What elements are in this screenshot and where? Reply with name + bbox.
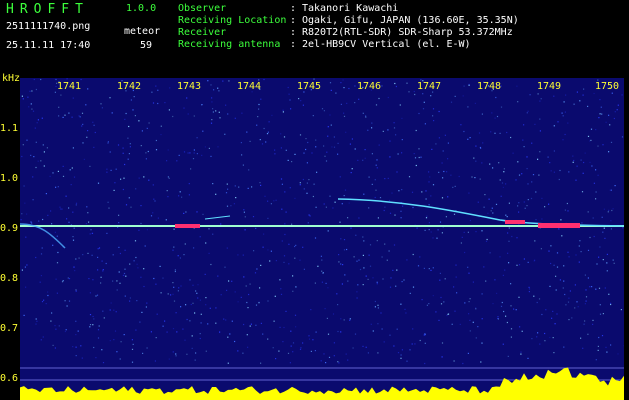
observer-colon: : — [290, 3, 297, 14]
x-tick-1749: 1749 — [536, 81, 562, 92]
x-tick-1745: 1745 — [296, 81, 322, 92]
location-label: Receiving Location — [178, 15, 287, 26]
x-tick-1748: 1748 — [476, 81, 502, 92]
receiver-colon: : — [290, 27, 297, 38]
hrofft-window: HROFFT 1.0.0 2511111740.png 25.11.11 17:… — [0, 0, 629, 400]
antenna-colon: : — [290, 39, 297, 50]
x-tick-1744: 1744 — [236, 81, 262, 92]
location-colon: : — [290, 15, 297, 26]
antenna-label: Receiving antenna — [178, 39, 281, 50]
spectrogram — [19, 78, 625, 400]
x-tick-1742: 1742 — [116, 81, 142, 92]
highlight-3 — [538, 223, 580, 228]
y-unit-label: kHz — [2, 73, 21, 84]
observer-label: Observer — [178, 3, 227, 14]
x-tick-1746: 1746 — [356, 81, 382, 92]
y-tick-0-8: 0.8 — [0, 273, 19, 284]
location-value: Ogaki, Gifu, JAPAN (136.60E, 35.35N) — [302, 15, 519, 26]
x-tick-1747: 1747 — [416, 81, 442, 92]
spectrogram-background — [20, 78, 624, 400]
y-tick-1-1: 1.1 — [0, 123, 19, 134]
app-version: 1.0.0 — [126, 3, 157, 14]
file-name: 2511111740.png — [6, 21, 91, 32]
x-tick-1741: 1741 — [56, 81, 82, 92]
timestamp: 25.11.11 17:40 — [6, 40, 91, 51]
antenna-value: 2el-HB9CV Vertical (el. E-W) — [302, 39, 471, 50]
highlight-2 — [505, 220, 525, 224]
y-tick-0-9: 0.9 — [0, 223, 19, 234]
x-tick-1743: 1743 — [176, 81, 202, 92]
observer-value: Takanori Kawachi — [302, 3, 399, 14]
event-count: 59 — [140, 40, 153, 51]
y-tick-1-0: 1.0 — [0, 173, 19, 184]
spectrogram-svg — [19, 78, 625, 400]
event-type-label: meteor — [124, 26, 161, 37]
receiver-label: Receiver — [178, 27, 227, 38]
y-tick-0-7: 0.7 — [0, 323, 19, 334]
y-tick-0-6: 0.6 — [0, 373, 19, 384]
x-tick-1750: 1750 — [594, 81, 620, 92]
receiver-value: R820T2(RTL-SDR) SDR-Sharp 53.372MHz — [302, 27, 513, 38]
highlight-1 — [175, 224, 200, 228]
app-name: HROFFT — [6, 2, 89, 17]
